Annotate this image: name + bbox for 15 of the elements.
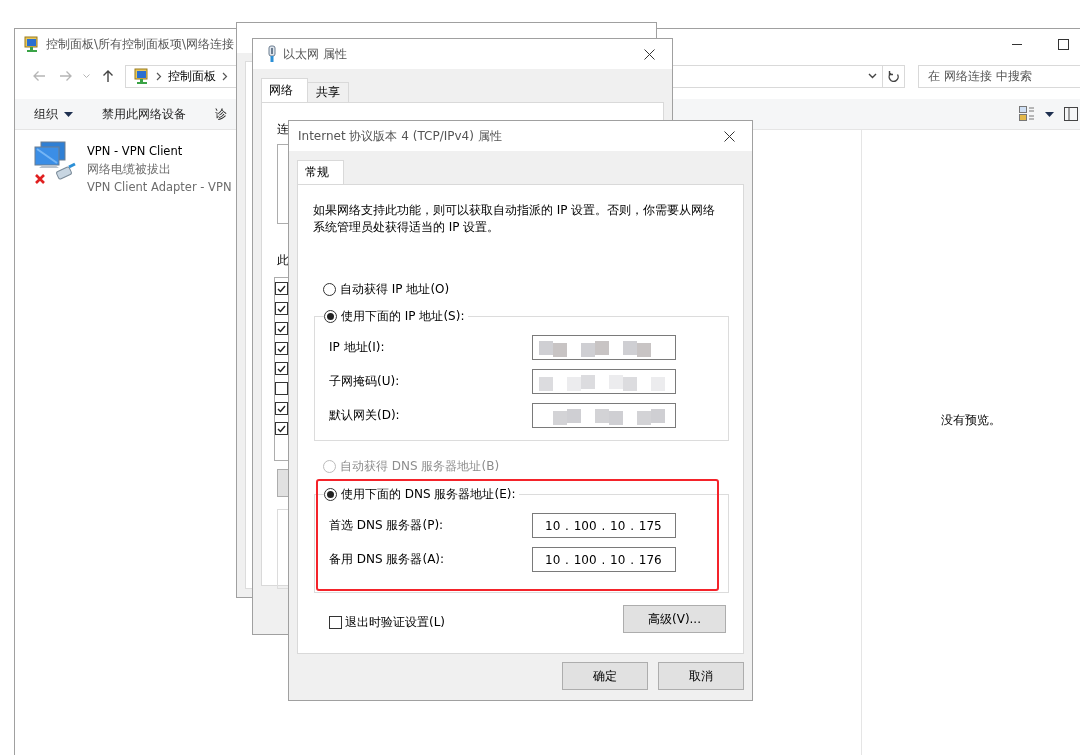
field-label: 默认网关(D): (329, 407, 400, 424)
dialog-title: Internet 协议版本 4 (TCP/IPv4) 属性 (298, 127, 502, 145)
window-title: 控制面板\所有控制面板项\网络连接 (46, 35, 235, 53)
field-label: 首选 DNS 服务器(P): (329, 517, 444, 534)
field-label: 备用 DNS 服务器(A): (329, 551, 445, 568)
window-title: 以太网 属性 (283, 45, 347, 63)
description-text: 如果网络支持此功能，则可以获取自动指派的 IP 设置。否则，你需要从网络系统管理员处获得适当的 IP 设置。 (313, 202, 717, 236)
field-label: 子网掩码(U): (329, 373, 400, 390)
adapter-name: VPN Client Adapter - VPN (87, 179, 232, 196)
connection-status: 网络电缆被拔出 (87, 161, 172, 178)
field-label: 连 (277, 121, 289, 138)
field-label: IP 地址(I): (329, 339, 385, 356)
preview-message: 没有预览。 (941, 412, 1001, 429)
connection-name: VPN - VPN Client (87, 143, 184, 160)
radio-label: 自动获得 DNS 服务器地址(B) (340, 457, 500, 475)
